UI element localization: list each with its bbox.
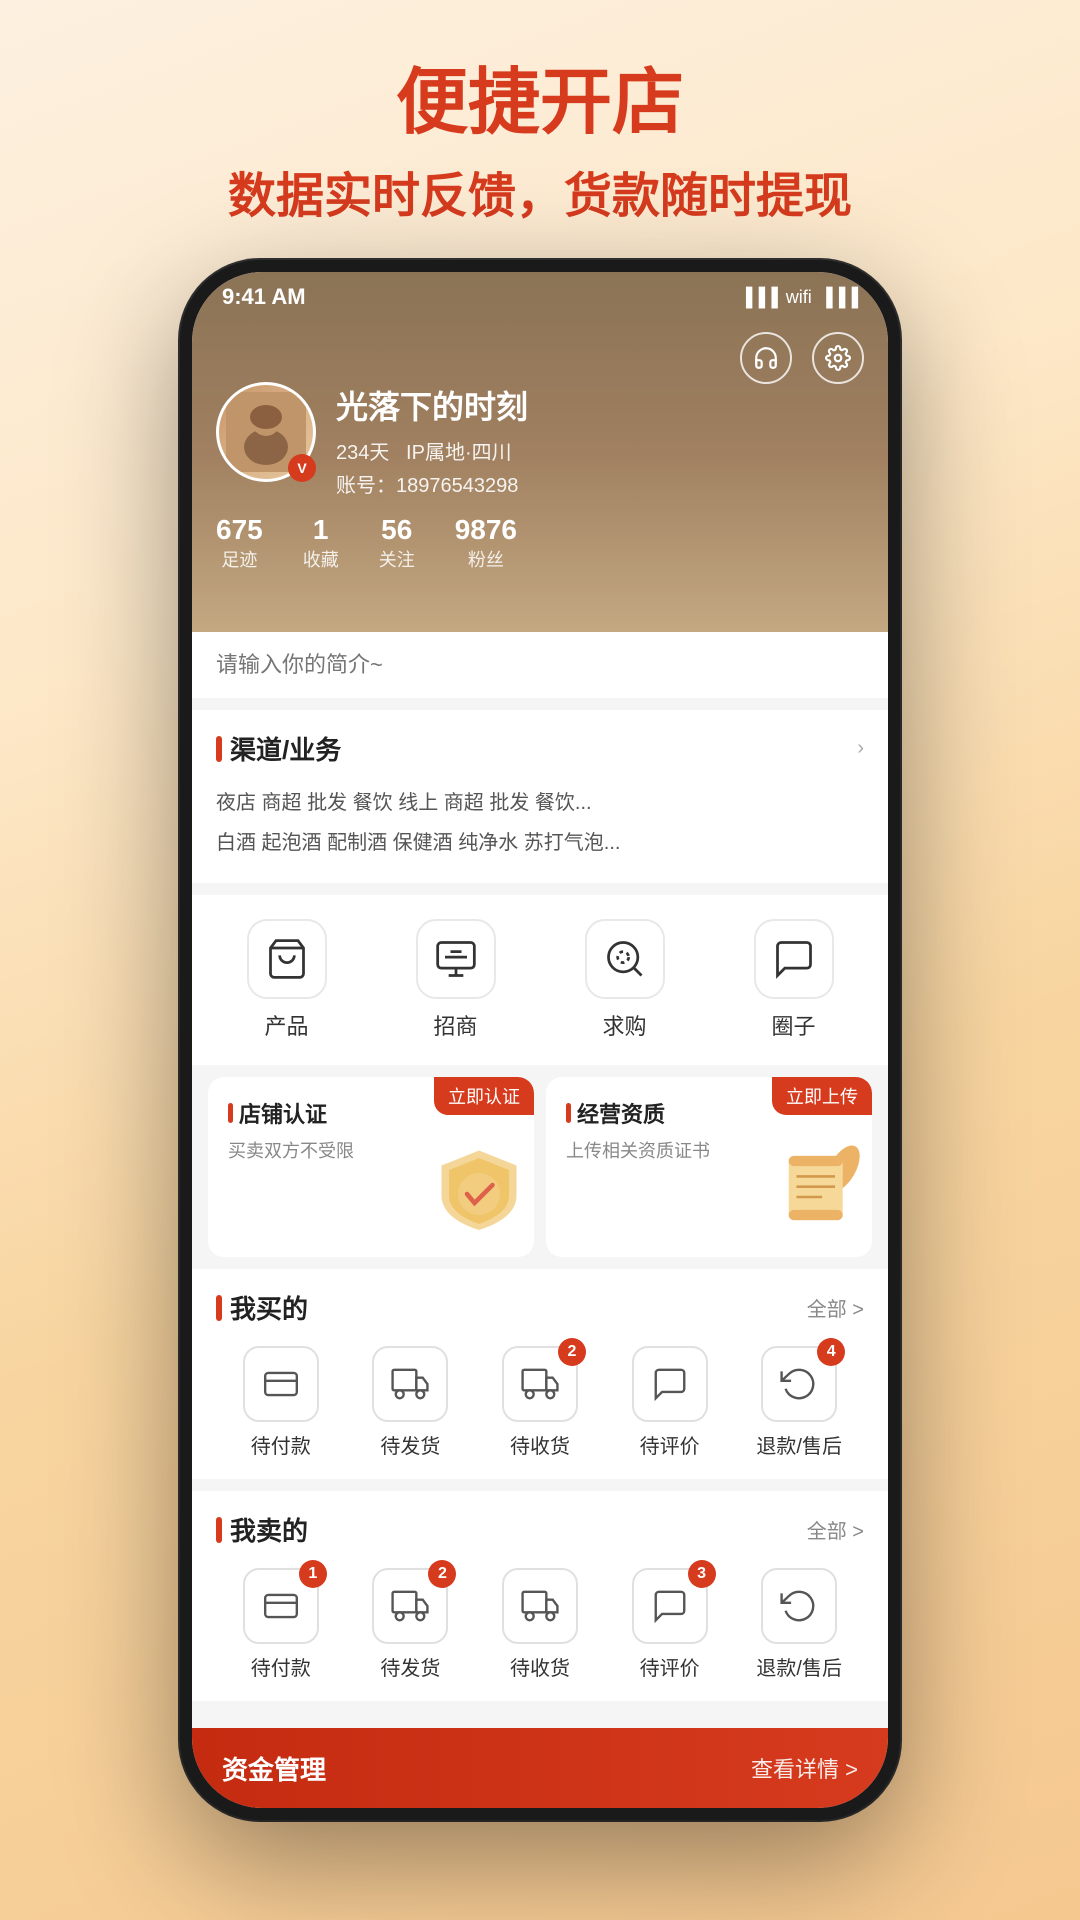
sales-title-bar — [216, 1517, 222, 1543]
business-cert-badge[interactable]: 立即上传 — [772, 1077, 872, 1115]
business-cert-icon — [772, 1143, 862, 1247]
bio-section[interactable] — [192, 632, 888, 698]
certification-row: 立即认证 店铺认证 买卖双方不受限 — [192, 1077, 888, 1257]
battery-icon: ▐▐▐ — [820, 287, 858, 308]
channel-title-bar — [216, 736, 222, 762]
purchases-title-bar — [216, 1295, 222, 1321]
pending-receive-icon: 2 — [502, 1346, 578, 1422]
cert-bar — [228, 1103, 233, 1123]
sales-ship-icon: 2 — [372, 1568, 448, 1644]
quick-action-investment[interactable]: 招商 — [406, 919, 506, 1041]
sales-pending-payment[interactable]: 1 待付款 — [226, 1568, 336, 1681]
sales-pending-ship[interactable]: 2 待发货 — [355, 1568, 465, 1681]
circle-icon — [754, 919, 834, 999]
sales-review-badge: 3 — [688, 1560, 716, 1588]
quick-actions: 产品 招商 — [192, 895, 888, 1065]
receive-badge: 2 — [558, 1338, 586, 1366]
quick-action-circle[interactable]: 圈子 — [744, 919, 844, 1041]
channel-title: 渠道/业务 — [216, 730, 341, 767]
pending-payment-icon — [243, 1346, 319, 1422]
my-sales-section: 我卖的 全部 > 1 待付款 — [192, 1491, 888, 1701]
sales-refund[interactable]: 退款/售后 — [744, 1568, 854, 1681]
avatar-wrap: V — [216, 382, 316, 482]
refund-icon: 4 — [761, 1346, 837, 1422]
sales-pending-review[interactable]: 3 待评价 — [615, 1568, 725, 1681]
purchase-pending-ship[interactable]: 待发货 — [355, 1346, 465, 1459]
headset-button[interactable] — [740, 332, 792, 384]
bottom-bar: 资金管理 查看详情 > — [192, 1728, 888, 1808]
profile-stats: 675 足迹 1 收藏 56 关注 9876 粉丝 — [216, 514, 864, 572]
bio-input[interactable] — [216, 652, 864, 678]
channel-section: 渠道/业务 › 夜店 商超 批发 餐饮 线上 商超 批发 餐饮... 白酒 起泡… — [192, 710, 888, 883]
profile-name: 光落下的时刻 — [336, 382, 528, 428]
status-bar: 9:41 AM ▐▐▐ wifi ▐▐▐ — [192, 272, 888, 322]
stat-fans[interactable]: 9876 粉丝 — [455, 514, 517, 572]
sales-ship-badge: 2 — [428, 1560, 456, 1588]
sales-refund-icon — [761, 1568, 837, 1644]
header-icons — [740, 332, 864, 384]
profile-header: 9:41 AM ▐▐▐ wifi ▐▐▐ — [192, 272, 888, 632]
v-badge: V — [288, 454, 316, 482]
page-subtitle: 数据实时反馈，货款随时提现 — [0, 156, 1080, 226]
profile-account: 账号：18976543298 — [336, 469, 528, 498]
pending-ship-icon — [372, 1346, 448, 1422]
profile-text: 光落下的时刻 234天 IP属地·四川 账号：18976543298 — [336, 382, 528, 498]
status-time: 9:41 AM — [222, 284, 306, 310]
channel-header: 渠道/业务 › — [216, 730, 864, 767]
wifi-icon: wifi — [786, 287, 812, 308]
sales-pay-badge: 1 — [299, 1560, 327, 1588]
business-cert-card[interactable]: 立即上传 经营资质 上传相关资质证书 — [546, 1077, 872, 1257]
purchases-header: 我买的 全部 > — [216, 1289, 864, 1326]
store-cert-card[interactable]: 立即认证 店铺认证 买卖双方不受限 — [208, 1077, 534, 1257]
cert-bar2 — [566, 1103, 571, 1123]
phone-mockup: 9:41 AM ▐▐▐ wifi ▐▐▐ — [180, 260, 900, 1820]
investment-icon — [416, 919, 496, 999]
stat-footprint[interactable]: 675 足迹 — [216, 514, 263, 572]
sales-icons: 1 待付款 2 — [216, 1568, 864, 1681]
purchase-pending-payment[interactable]: 待付款 — [226, 1346, 336, 1459]
profile-meta-days: 234天 IP属地·四川 — [336, 436, 528, 465]
purchase-refund[interactable]: 4 退款/售后 — [744, 1346, 854, 1459]
sales-receive-icon — [502, 1568, 578, 1644]
my-purchases-section: 我买的 全部 > 待付款 — [192, 1269, 888, 1479]
sales-review-icon: 3 — [632, 1568, 708, 1644]
channel-tags: 夜店 商超 批发 餐饮 线上 商超 批发 餐饮... 白酒 起泡酒 配制酒 保健… — [216, 783, 864, 863]
phone-content: 渠道/业务 › 夜店 商超 批发 餐饮 线上 商超 批发 餐饮... 白酒 起泡… — [192, 632, 888, 1728]
phone-screen: 9:41 AM ▐▐▐ wifi ▐▐▐ — [192, 272, 888, 1808]
stat-favorites[interactable]: 1 收藏 — [303, 514, 339, 572]
page-title: 便捷开店 — [0, 60, 1080, 146]
status-icons: ▐▐▐ wifi ▐▐▐ — [739, 287, 858, 308]
signal-icon: ▐▐▐ — [739, 287, 777, 308]
purchases-all-link[interactable]: 全部 > — [807, 1293, 864, 1322]
sales-pay-icon: 1 — [243, 1568, 319, 1644]
profile-avatar-row: V 光落下的时刻 234天 IP属地·四川 账号：18976543298 — [216, 382, 864, 498]
purchase-icon — [585, 919, 665, 999]
refund-badge: 4 — [817, 1338, 845, 1366]
profile-info: V 光落下的时刻 234天 IP属地·四川 账号：18976543298 — [216, 382, 864, 572]
channel-chevron[interactable]: › — [857, 737, 864, 760]
bottom-bar-title: 资金管理 — [222, 1750, 326, 1787]
store-cert-badge[interactable]: 立即认证 — [434, 1077, 534, 1115]
purchase-pending-review[interactable]: 待评价 — [615, 1346, 725, 1459]
sales-title: 我卖的 — [216, 1511, 308, 1548]
investment-label: 招商 — [433, 1009, 477, 1041]
purchases-icons: 待付款 待发货 — [216, 1346, 864, 1459]
stat-following[interactable]: 56 关注 — [379, 514, 415, 572]
quick-action-products[interactable]: 产品 — [237, 919, 337, 1041]
sales-pending-receive[interactable]: 待收货 — [485, 1568, 595, 1681]
products-icon — [247, 919, 327, 999]
settings-button[interactable] — [812, 332, 864, 384]
purchase-label: 求购 — [602, 1009, 646, 1041]
purchases-title: 我买的 — [216, 1289, 308, 1326]
sales-all-link[interactable]: 全部 > — [807, 1515, 864, 1544]
products-label: 产品 — [264, 1009, 308, 1041]
sales-header: 我卖的 全部 > — [216, 1511, 864, 1548]
purchase-pending-receive[interactable]: 2 待收货 — [485, 1346, 595, 1459]
pending-review-icon — [632, 1346, 708, 1422]
bottom-bar-link[interactable]: 查看详情 > — [751, 1752, 858, 1784]
store-cert-icon — [434, 1143, 524, 1247]
quick-action-purchase[interactable]: 求购 — [575, 919, 675, 1041]
circle-label: 圈子 — [771, 1009, 815, 1041]
